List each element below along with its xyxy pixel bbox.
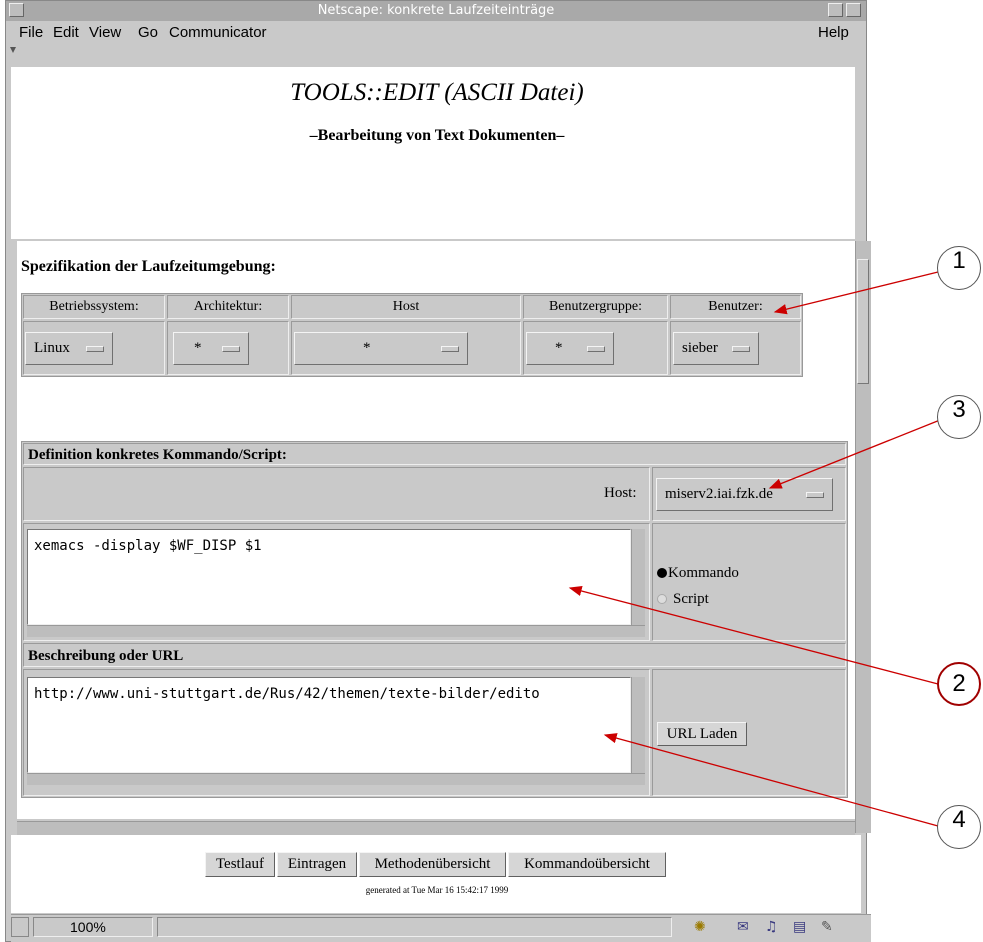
callout-1: 1: [937, 246, 981, 290]
callout-arrows: [568, 271, 941, 827]
callout-3: 3: [937, 395, 981, 439]
callout-arrow-1: [773, 271, 939, 315]
callout-arrow-2: [568, 585, 939, 685]
callout-arrow-3: [768, 419, 941, 489]
callout-2: 2: [937, 662, 981, 706]
callout-arrow-4: [603, 733, 939, 827]
callout-4: 4: [937, 805, 981, 849]
